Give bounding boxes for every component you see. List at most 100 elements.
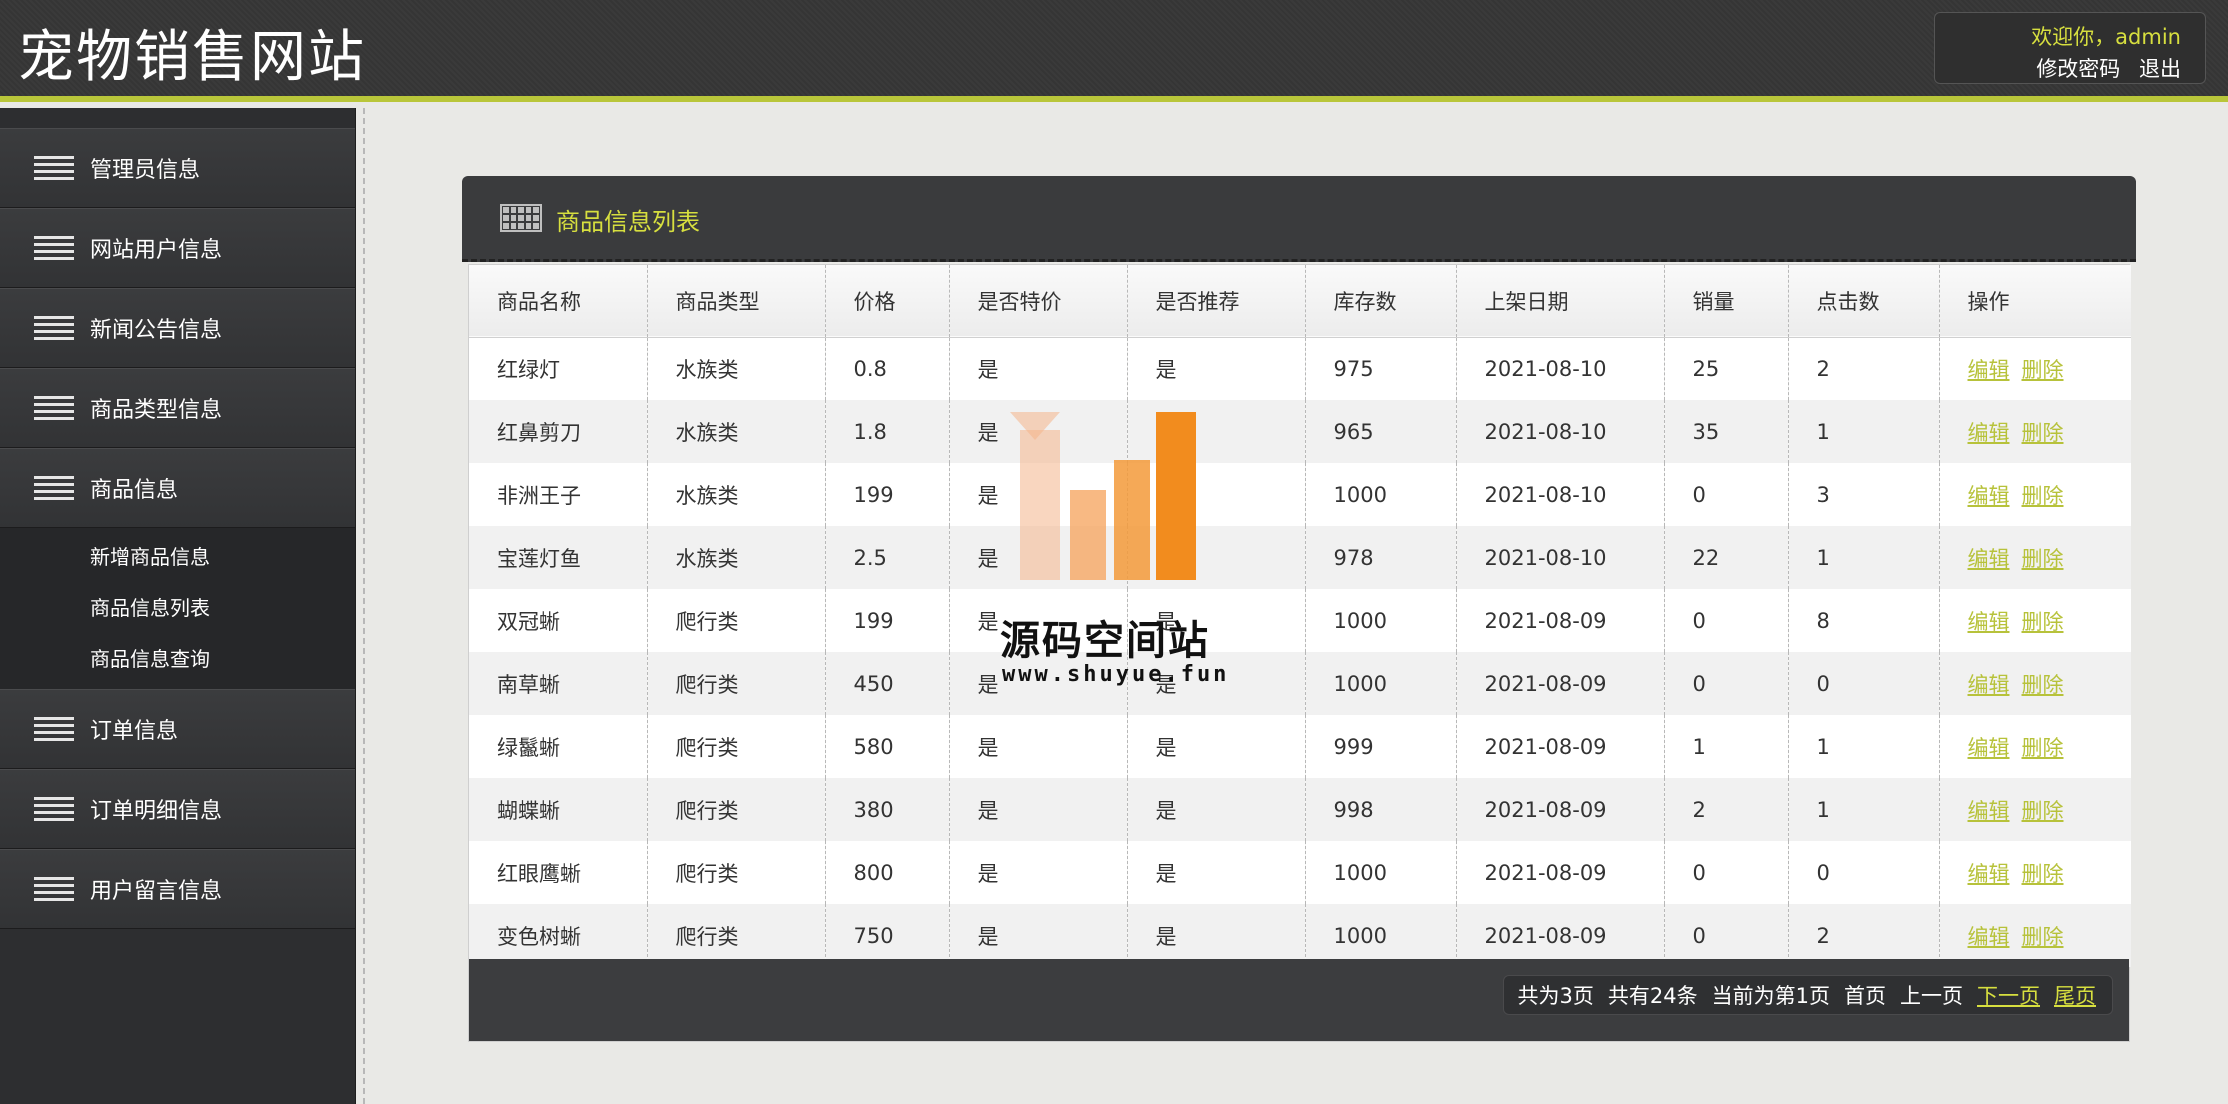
table-cell: 0: [1788, 652, 1940, 715]
table-cell: 800: [825, 841, 950, 904]
table-cell: 2021-08-09: [1456, 778, 1665, 841]
table-cell: 红绿灯: [469, 337, 648, 400]
row-actions: 编辑 删除: [1939, 463, 2131, 526]
table-cell: 25: [1664, 337, 1789, 400]
row-actions: 编辑 删除: [1939, 778, 2131, 841]
total-pages: 共为3页: [1517, 984, 1594, 1008]
last-page-link[interactable]: 尾页: [2054, 980, 2096, 1010]
column-header: 商品名称: [469, 265, 648, 337]
first-page-link[interactable]: 首页: [1844, 980, 1886, 1010]
table-cell: 是: [949, 463, 1128, 526]
table-cell: 2: [1664, 778, 1789, 841]
sidebar-item-order-details[interactable]: 订单明细信息: [0, 769, 355, 849]
sidebar-item-admin-info[interactable]: 管理员信息: [0, 128, 355, 208]
table-cell: 是: [949, 715, 1128, 778]
change-password-link[interactable]: 修改密码: [2036, 57, 2120, 81]
table-row: 红绿灯 水族类 0.8 是是 975 2021-08-10 25 2 编辑 删除: [469, 337, 2131, 400]
table-cell: 999: [1305, 715, 1457, 778]
table-cell: 580: [825, 715, 950, 778]
product-table-wrap: 商品名称 商品类型 价格 是否特价 是否推荐 库存数 上架日期 销量 点击数 操作 红绿灯 水族类 0…: [468, 264, 2131, 1042]
table-cell: 是: [1127, 715, 1306, 778]
table-cell: 宝莲灯鱼: [469, 526, 648, 589]
table-cell: 0.8: [825, 337, 950, 400]
table-cell: 2021-08-10: [1456, 463, 1665, 526]
table-row: 宝莲灯鱼 水族类 2.5 是是 978 2021-08-10 22 1 编辑 删除: [469, 526, 2131, 589]
delete-link[interactable]: 删除: [2022, 610, 2064, 634]
sidebar-item-products[interactable]: 商品信息: [0, 448, 355, 528]
table-cell: 8: [1788, 589, 1940, 652]
sidebar-item-site-users[interactable]: 网站用户信息: [0, 208, 355, 288]
table-cell: 水族类: [647, 463, 826, 526]
delete-link[interactable]: 删除: [2022, 736, 2064, 760]
table-row: 双冠蜥 爬行类 199 是是 1000 2021-08-09 0 8 编辑 删除: [469, 589, 2131, 652]
column-header: 是否特价: [949, 265, 1128, 337]
edit-link[interactable]: 编辑: [1968, 736, 2010, 760]
table-cell: 红鼻剪刀: [469, 400, 648, 463]
table-cell: 是: [949, 904, 1128, 967]
submenu-add-product[interactable]: 新增商品信息: [0, 532, 355, 583]
next-page-link[interactable]: 下一页: [1977, 980, 2040, 1010]
table-cell: 变色树蜥: [469, 904, 648, 967]
sidebar-item-messages[interactable]: 用户留言信息: [0, 849, 355, 929]
table-cell: 双冠蜥: [469, 589, 648, 652]
column-header: 库存数: [1305, 265, 1457, 337]
edit-link[interactable]: 编辑: [1968, 421, 2010, 445]
delete-link[interactable]: 删除: [2022, 547, 2064, 571]
table-cell: 965: [1305, 400, 1457, 463]
delete-link[interactable]: 删除: [2022, 673, 2064, 697]
sidebar-item-label: 管理员信息: [90, 158, 201, 183]
column-header: 价格: [825, 265, 950, 337]
edit-link[interactable]: 编辑: [1968, 547, 2010, 571]
column-header: 商品类型: [647, 265, 826, 337]
submenu-product-query[interactable]: 商品信息查询: [0, 634, 355, 685]
edit-link[interactable]: 编辑: [1968, 610, 2010, 634]
edit-link[interactable]: 编辑: [1968, 673, 2010, 697]
edit-link[interactable]: 编辑: [1968, 862, 2010, 886]
logout-link[interactable]: 退出: [2139, 57, 2181, 81]
menu-lines-icon: [34, 795, 74, 823]
row-actions: 编辑 删除: [1939, 400, 2131, 463]
delete-link[interactable]: 删除: [2022, 358, 2064, 382]
table-cell: 是: [949, 400, 1128, 463]
delete-link[interactable]: 删除: [2022, 799, 2064, 823]
table-cell: 1: [1788, 400, 1940, 463]
table-cell: 是: [1127, 463, 1306, 526]
table-cell: 是: [1127, 526, 1306, 589]
table-cell: 0: [1664, 904, 1789, 967]
row-actions: 编辑 删除: [1939, 652, 2131, 715]
table-cell: 1.8: [825, 400, 950, 463]
row-actions: 编辑 删除: [1939, 715, 2131, 778]
column-header: 是否推荐: [1127, 265, 1306, 337]
table-cell: 998: [1305, 778, 1457, 841]
sidebar-divider: [363, 108, 365, 1104]
table-grid-icon: [500, 204, 542, 232]
edit-link[interactable]: 编辑: [1968, 358, 2010, 382]
submenu-product-list[interactable]: 商品信息列表: [0, 583, 355, 634]
delete-link[interactable]: 删除: [2022, 421, 2064, 445]
table-cell: 非洲王子: [469, 463, 648, 526]
delete-link[interactable]: 删除: [2022, 925, 2064, 949]
edit-link[interactable]: 编辑: [1968, 799, 2010, 823]
edit-link[interactable]: 编辑: [1968, 925, 2010, 949]
table-row: 南草蜥 爬行类 450 是是 1000 2021-08-09 0 0 编辑 删除: [469, 652, 2131, 715]
table-row: 变色树蜥 爬行类 750 是是 1000 2021-08-09 0 2 编辑 删除: [469, 904, 2131, 967]
table-cell: 1000: [1305, 463, 1457, 526]
prev-page-link[interactable]: 上一页: [1900, 980, 1963, 1010]
table-cell: 1: [1788, 778, 1940, 841]
sidebar-item-label: 订单明细信息: [90, 799, 223, 824]
sidebar-item-product-types[interactable]: 商品类型信息: [0, 368, 355, 448]
column-header: 销量: [1664, 265, 1789, 337]
products-submenu: 新增商品信息 商品信息列表 商品信息查询: [0, 528, 355, 689]
row-actions: 编辑 删除: [1939, 841, 2131, 904]
delete-link[interactable]: 删除: [2022, 484, 2064, 508]
table-cell: 是: [1127, 841, 1306, 904]
table-cell: 是: [1127, 778, 1306, 841]
delete-link[interactable]: 删除: [2022, 862, 2064, 886]
table-cell: 爬行类: [647, 778, 826, 841]
edit-link[interactable]: 编辑: [1968, 484, 2010, 508]
sidebar-item-news[interactable]: 新闻公告信息: [0, 288, 355, 368]
table-cell: 2: [1788, 904, 1940, 967]
sidebar-item-orders[interactable]: 订单信息: [0, 689, 355, 769]
menu-lines-icon: [34, 715, 74, 743]
table-cell: 2021-08-10: [1456, 400, 1665, 463]
